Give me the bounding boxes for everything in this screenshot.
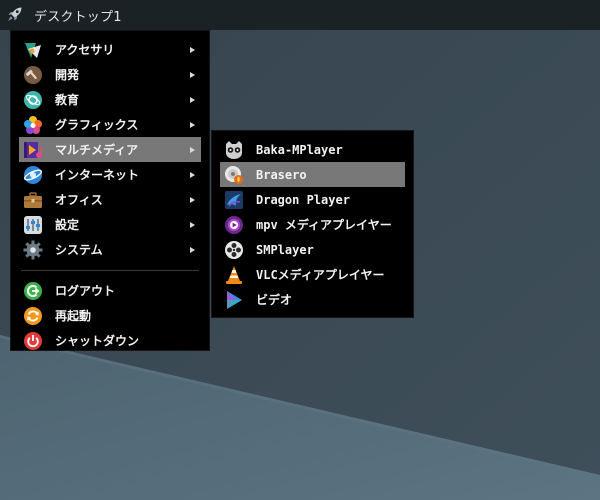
menu-item-office[interactable]: オフィス bbox=[19, 187, 201, 212]
menu-item-video[interactable]: ビデオ bbox=[220, 287, 405, 312]
smplayer-icon bbox=[224, 240, 244, 260]
submenu-arrow-icon bbox=[190, 196, 195, 203]
system-icon bbox=[23, 240, 43, 260]
menu-item-smplayer[interactable]: SMPlayer bbox=[220, 237, 405, 262]
submenu-arrow-icon bbox=[190, 71, 195, 78]
development-icon bbox=[23, 65, 43, 85]
menu-item-system[interactable]: システム bbox=[19, 237, 201, 262]
internet-icon bbox=[23, 165, 43, 185]
menu-item-settings[interactable]: 設定 bbox=[19, 212, 201, 237]
office-icon bbox=[23, 190, 43, 210]
graphics-icon bbox=[23, 115, 43, 135]
menu-item-dragon-player[interactable]: Dragon Player bbox=[220, 187, 405, 212]
desktop-name: デスクトップ1 bbox=[34, 9, 122, 25]
menu-item-mpv[interactable]: mpv メディアプレイヤー bbox=[220, 212, 405, 237]
submenu-arrow-icon bbox=[190, 221, 195, 228]
menu-item-multimedia[interactable]: マルチメディア bbox=[19, 137, 201, 162]
submenu-arrow-icon bbox=[190, 246, 195, 253]
menu-item-logout[interactable]: ログアウト bbox=[19, 278, 201, 303]
menu-item-internet[interactable]: インターネット bbox=[19, 162, 201, 187]
menu-item-education[interactable]: 教育 bbox=[19, 87, 201, 112]
settings-icon bbox=[23, 215, 43, 235]
menu-item-vlc[interactable]: VLCメディアプレイヤー bbox=[220, 262, 405, 287]
education-icon bbox=[23, 90, 43, 110]
multimedia-submenu: Baka-MPlayer Brasero Dragon Player mpv メ… bbox=[211, 130, 414, 318]
submenu-arrow-icon bbox=[190, 46, 195, 53]
dragon-player-icon bbox=[224, 190, 244, 210]
menu-item-baka-mplayer[interactable]: Baka-MPlayer bbox=[220, 137, 405, 162]
submenu-arrow-icon bbox=[190, 146, 195, 153]
shutdown-icon bbox=[23, 331, 43, 351]
brasero-icon bbox=[224, 165, 244, 185]
submenu-arrow-icon bbox=[190, 96, 195, 103]
accessories-icon bbox=[23, 40, 43, 60]
menu-separator bbox=[21, 270, 199, 271]
multimedia-icon bbox=[23, 140, 43, 160]
menu-item-accessories[interactable]: アクセサリ bbox=[19, 37, 201, 62]
logout-icon bbox=[23, 281, 43, 301]
application-menu: アクセサリ 開発 教育 グラフィックス マルチメディア インターネット オフィス… bbox=[10, 30, 210, 351]
baka-mplayer-icon bbox=[224, 140, 244, 160]
menu-item-brasero[interactable]: Brasero bbox=[220, 162, 405, 187]
menu-item-shutdown[interactable]: シャットダウン bbox=[19, 328, 201, 353]
video-icon bbox=[224, 290, 244, 310]
menu-item-graphics[interactable]: グラフィックス bbox=[19, 112, 201, 137]
menu-item-development[interactable]: 開発 bbox=[19, 62, 201, 87]
rocket-icon bbox=[5, 4, 25, 27]
submenu-arrow-icon bbox=[190, 121, 195, 128]
vlc-icon bbox=[224, 265, 244, 285]
reboot-icon bbox=[23, 306, 43, 326]
menu-item-reboot[interactable]: 再起動 bbox=[19, 303, 201, 328]
submenu-arrow-icon bbox=[190, 171, 195, 178]
mpv-icon bbox=[224, 215, 244, 235]
taskbar: デスクトップ1 bbox=[0, 0, 600, 30]
app-menu-button[interactable] bbox=[0, 0, 30, 30]
